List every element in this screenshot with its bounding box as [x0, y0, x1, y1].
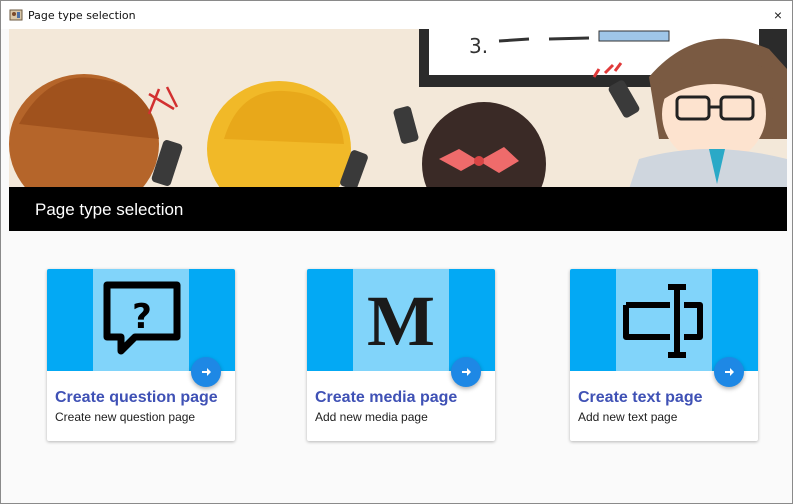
card-title: Create media page [315, 389, 458, 406]
app-window: Page type selection × 3. Page type selec… [0, 0, 793, 504]
svg-text:?: ? [132, 297, 152, 337]
title-bar[interactable]: Page type selection × [1, 1, 792, 29]
board-text: 3. [469, 34, 488, 58]
arrow-right-icon [725, 368, 734, 376]
card-media: M [307, 269, 495, 371]
create-media-page-card[interactable]: M Create media page Add new media page [307, 269, 495, 441]
window-title: Page type selection [28, 9, 136, 22]
card-title: Create text page [578, 389, 703, 406]
card-subtitle: Add new media page [315, 410, 428, 424]
app-icon [9, 8, 23, 22]
card-media [570, 269, 758, 371]
content-area: ? Create question page Create new questi… [9, 231, 787, 503]
page-header-bar: Page type selection [9, 187, 787, 231]
close-icon[interactable]: × [768, 5, 788, 25]
card-media-inner: M [353, 269, 449, 371]
question-bubble-icon: ? [103, 281, 181, 355]
arrow-right-icon [202, 368, 211, 376]
header-banner-illustration: 3. [9, 29, 787, 189]
open-arrow-button[interactable] [714, 357, 744, 387]
text-cursor-icon [623, 284, 703, 358]
create-question-page-card[interactable]: ? Create question page Create new questi… [47, 269, 235, 441]
medium-m-icon: M [367, 281, 435, 361]
arrow-right-icon [462, 368, 471, 376]
card-media: ? [47, 269, 235, 371]
svg-text:M: M [367, 281, 435, 361]
open-arrow-button[interactable] [451, 357, 481, 387]
page-title: Page type selection [35, 200, 184, 219]
card-subtitle: Create new question page [55, 410, 196, 424]
create-text-page-card[interactable]: Create text page Add new text page [570, 269, 758, 441]
card-subtitle: Add new text page [578, 410, 678, 424]
card-media-inner: ? [93, 269, 189, 371]
open-arrow-button[interactable] [191, 357, 221, 387]
card-title: Create question page [55, 389, 218, 406]
card-media-inner [616, 269, 712, 371]
